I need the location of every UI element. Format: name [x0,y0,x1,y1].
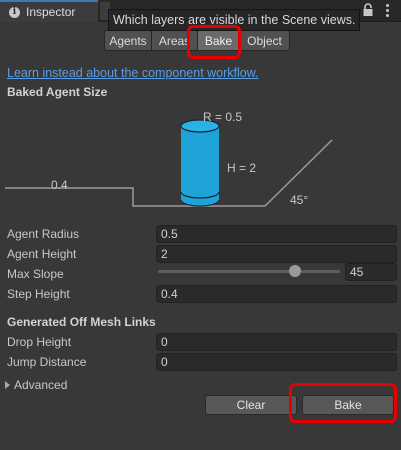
inspector-tab[interactable]: i Inspector [0,0,98,22]
agent-height-field[interactable]: 2 [156,245,397,263]
tab-areas[interactable]: Areas [152,30,198,51]
agent-height-label: Agent Height [7,247,77,261]
max-slope-label: Max Slope [7,267,64,281]
max-slope-slider-track[interactable] [158,270,340,273]
lock-icon[interactable] [362,3,374,17]
inspector-tab-label: Inspector [26,5,76,19]
foldout-arrow-icon [5,381,10,389]
jump-distance-label: Jump Distance [7,355,87,369]
agent-radius-label: Agent Radius [7,227,80,241]
max-slope-slider-thumb[interactable] [288,265,301,277]
slope-label: 45° [290,193,308,207]
drop-height-field[interactable]: 0 [156,333,397,351]
tab-agents[interactable]: Agents [104,30,152,51]
step-height-field-label: Step Height [7,287,70,301]
bake-button[interactable]: Bake [302,395,394,415]
off-mesh-links-header: Generated Off Mesh Links [7,315,156,329]
tab-bake[interactable]: Bake [198,30,240,51]
agent-radius-field[interactable]: 0.5 [156,225,397,243]
more-options-icon[interactable] [383,3,391,18]
component-workflow-link[interactable]: Learn instead about the component workfl… [7,66,259,80]
agent-size-diagram: 0.4 R = 0.5 H = 2 45° [5,110,333,207]
radius-label: R = 0.5 [203,110,242,124]
baked-agent-size-header: Baked Agent Size [7,85,108,99]
navigation-section-tabs: Agents Areas Bake Object [104,30,290,51]
drop-height-label: Drop Height [7,335,72,349]
step-height-field[interactable]: 0.4 [156,285,397,303]
step-height-label: 0.4 [51,178,68,192]
clear-button[interactable]: Clear [205,395,297,415]
tooltip: Which layers are visible in the Scene vi… [108,9,360,31]
tab-object[interactable]: Object [240,30,290,51]
max-slope-field[interactable]: 45 [345,263,397,281]
advanced-label: Advanced [14,378,68,392]
advanced-foldout[interactable]: Advanced [5,378,67,392]
info-icon: i [9,6,20,18]
height-label: H = 2 [227,161,256,175]
jump-distance-field[interactable]: 0 [156,353,397,371]
